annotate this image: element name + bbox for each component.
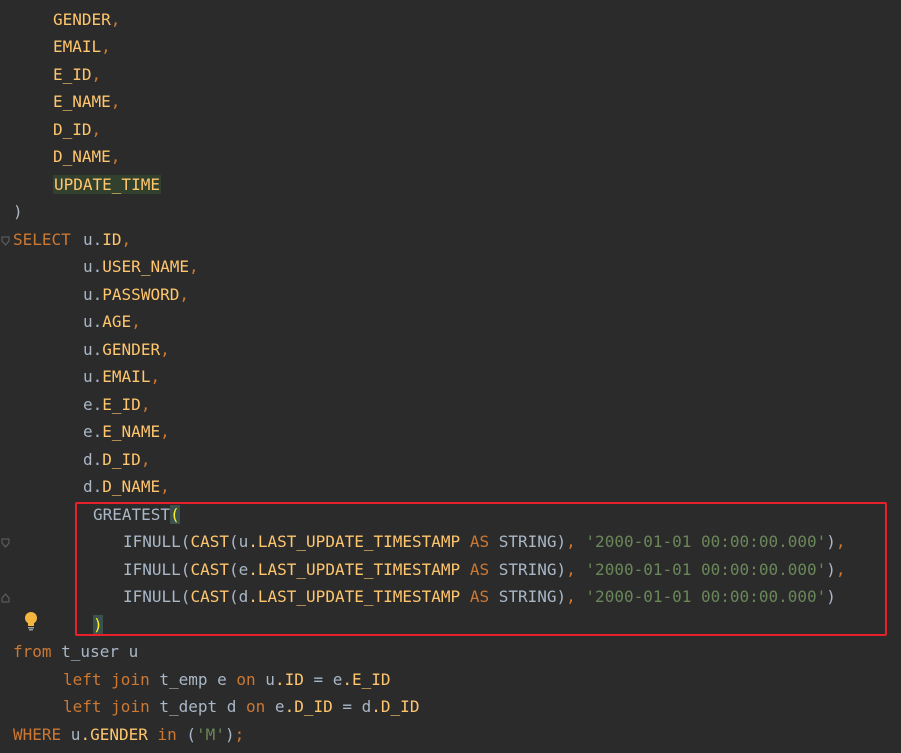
code-line: SELECT u.ID, (13, 230, 132, 249)
code-line: GREATEST( (0, 501, 180, 528)
code-line: ) (0, 611, 103, 638)
code-line: u.GENDER, (83, 340, 170, 359)
code-line: left join t_dept d on e.D_ID = d.D_ID (63, 697, 420, 716)
column-name: GENDER (53, 10, 111, 29)
code-line: ) (0, 198, 39, 225)
code-editor[interactable]: GENDER, EMAIL, E_ID, E_NAME, D_ID, D_NAM… (0, 0, 901, 753)
code-line: u.PASSWORD, (83, 285, 189, 304)
where-keyword: WHERE (13, 725, 62, 744)
code-line: u.EMAIL, (83, 367, 161, 386)
code-line: e.E_ID, (83, 395, 151, 414)
column-name: D_ID (53, 120, 92, 139)
code-line: IFNULL(CAST(e.LAST_UPDATE_TIMESTAMP AS S… (123, 560, 846, 579)
column-name: E_NAME (53, 92, 111, 111)
select-keyword: SELECT (13, 230, 71, 249)
greatest-function: GREATEST (93, 505, 171, 524)
code-line: EMAIL, (53, 37, 111, 56)
code-line: WHERE u.GENDER in ('M'); (13, 725, 245, 744)
code-line: GENDER, (53, 10, 121, 29)
matched-brace: ) (93, 615, 103, 634)
column-name: E_ID (53, 65, 92, 84)
code-line: d.D_ID, (83, 450, 151, 469)
column-name: D_NAME (53, 147, 111, 166)
code-line: e.E_NAME, (83, 422, 170, 441)
code-line: D_NAME, (53, 147, 121, 166)
code-line: u.USER_NAME, (83, 257, 199, 276)
matched-brace: ( (170, 505, 180, 524)
closing-paren: ) (13, 202, 23, 221)
code-line: D_ID, (53, 120, 102, 139)
from-keyword: from (13, 642, 52, 661)
code-line: E_NAME, (53, 92, 121, 111)
code-line: E_ID, (53, 65, 102, 84)
code-line: d.D_NAME, (83, 477, 170, 496)
code-line: IFNULL(CAST(d.LAST_UPDATE_TIMESTAMP AS S… (123, 587, 836, 606)
code-line: IFNULL(CAST(u.LAST_UPDATE_TIMESTAMP AS S… (123, 532, 846, 551)
code-line: UPDATE_TIME (0, 171, 161, 198)
code-line: from t_user u (13, 642, 139, 661)
code-line: u.AGE, (83, 312, 141, 331)
code-line: left join t_emp e on u.ID = e.E_ID (63, 670, 391, 689)
column-name: EMAIL (53, 37, 102, 56)
column-name-highlighted: UPDATE_TIME (53, 175, 161, 194)
